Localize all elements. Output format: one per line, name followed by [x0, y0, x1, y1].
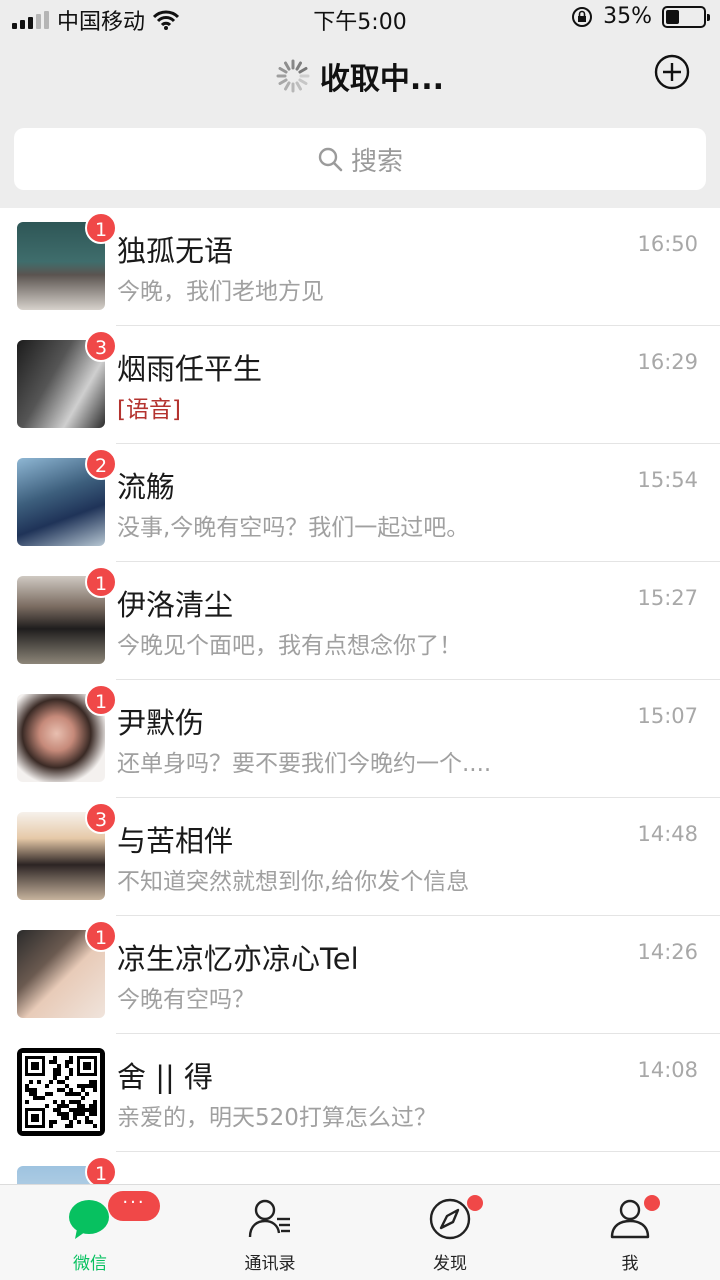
contacts-icon — [248, 1199, 290, 1238]
chat-row[interactable]: 3 烟雨任平生 [语音] 16:29 — [0, 326, 720, 444]
chat-row[interactable]: 1 尹默伤 还单身吗？要不要我们今晚约一个.... 15:07 — [0, 680, 720, 798]
unread-badge: 3 — [85, 802, 117, 834]
unread-badge: 2 — [85, 448, 117, 480]
status-right: 35% — [571, 4, 710, 29]
chat-time: 15:07 — [637, 704, 698, 728]
chat-row[interactable]: 2 流觞 没事,今晚有空吗？我们一起过吧。 15:54 — [0, 444, 720, 562]
unread-badge: 1 — [85, 566, 117, 598]
chat-message: 今晚，我们老地方见 — [117, 279, 324, 305]
more-badge: ··· — [108, 1191, 160, 1221]
chat-name: 伊洛清尘 — [117, 588, 234, 622]
status-bar: 中国移动 下午5:00 35% — [0, 0, 720, 36]
chat-time: 15:27 — [637, 586, 698, 610]
unread-badge: 3 — [85, 330, 117, 362]
chat-row[interactable]: 舍 || 得 亲爱的，明天520打算怎么过？ 14:08 — [0, 1034, 720, 1152]
chat-message: 今晚见个面吧，我有点想念你了！ — [117, 633, 462, 659]
chat-list: 1 独孤无语 今晚，我们老地方见 16:50 3 烟雨任平生 [语音] 16:2… — [0, 208, 720, 1184]
chat-time: 16:29 — [637, 350, 698, 374]
qr-code-avatar[interactable] — [17, 1048, 105, 1136]
search-input[interactable]: 搜索 — [14, 128, 706, 190]
unread-badge: 1 — [85, 1156, 117, 1184]
unread-badge: 1 — [85, 684, 117, 716]
chat-name: 尹默伤 — [117, 706, 205, 740]
chat-time: 14:08 — [637, 1058, 698, 1082]
chat-message: 亲爱的，明天520打算怎么过？ — [117, 1105, 437, 1131]
loading-spinner-icon — [276, 59, 310, 93]
chat-time: 14:48 — [637, 822, 698, 846]
chat-time: 15:54 — [637, 468, 698, 492]
new-dot — [467, 1195, 483, 1211]
chat-message: 还单身吗？要不要我们今晚约一个.... — [117, 751, 492, 777]
new-dot — [644, 1195, 660, 1211]
chat-row[interactable]: 1 独孤无语 今晚，我们老地方见 16:50 — [0, 208, 720, 326]
tab-me[interactable]: 我 — [540, 1185, 720, 1280]
chat-name: 与苦相伴 — [117, 824, 234, 858]
qr-code-icon — [22, 1053, 100, 1131]
title-bar: 收取中... — [0, 36, 720, 112]
battery-percent: 35% — [603, 4, 652, 29]
search-placeholder: 搜索 — [350, 146, 403, 177]
tab-chats[interactable]: 微信 ··· — [0, 1185, 180, 1280]
tab-label: 发现 — [433, 1254, 467, 1274]
unread-badge: 1 — [85, 212, 117, 244]
chat-message: 没事,今晚有空吗？我们一起过吧。 — [117, 515, 470, 541]
plus-circle-icon[interactable] — [654, 54, 690, 90]
chat-message: 今晚有空吗？ — [117, 987, 255, 1013]
page-title: 收取中... — [319, 62, 445, 97]
chat-name: 舍 || 得 — [117, 1060, 213, 1094]
compass-icon — [429, 1198, 471, 1240]
chat-time: 14:26 — [637, 940, 698, 964]
battery-fill — [666, 9, 679, 24]
chat-bubble-icon — [69, 1200, 109, 1239]
chat-name: 烟雨任平生 — [117, 352, 263, 386]
tab-label: 我 — [621, 1254, 639, 1274]
tab-bar: 微信 ··· 通讯录 发现 我 — [0, 1184, 720, 1280]
tab-label: 微信 — [73, 1254, 107, 1274]
unread-badge: 1 — [85, 920, 117, 952]
tab-contacts[interactable]: 通讯录 — [180, 1185, 360, 1280]
chat-time: 16:50 — [637, 232, 698, 256]
chat-name: 流觞 — [117, 470, 176, 504]
chat-row[interactable]: 1 伊洛清尘 今晚见个面吧，我有点想念你了！ 15:27 — [0, 562, 720, 680]
rotation-lock-icon — [572, 6, 593, 27]
chat-name: 独孤无语 — [117, 234, 234, 268]
tab-label: 通讯录 — [244, 1254, 296, 1274]
battery-icon — [662, 5, 710, 28]
chat-message: 不知道突然就想到你,给你发个信息 — [117, 869, 470, 895]
chat-row[interactable]: 1 凉生凉忆亦凉心Tel 今晚有空吗？ 14:26 — [0, 916, 720, 1034]
title-wrap: 收取中... — [0, 54, 720, 98]
chat-message: [语音] — [117, 397, 181, 423]
tab-discover[interactable]: 发现 — [360, 1185, 540, 1280]
chat-name: 凉生凉忆亦凉心Tel — [117, 942, 359, 976]
search-icon — [318, 147, 343, 172]
chat-row[interactable]: 1 — [0, 1152, 720, 1184]
chat-row[interactable]: 3 与苦相伴 不知道突然就想到你,给你发个信息 14:48 — [0, 798, 720, 916]
